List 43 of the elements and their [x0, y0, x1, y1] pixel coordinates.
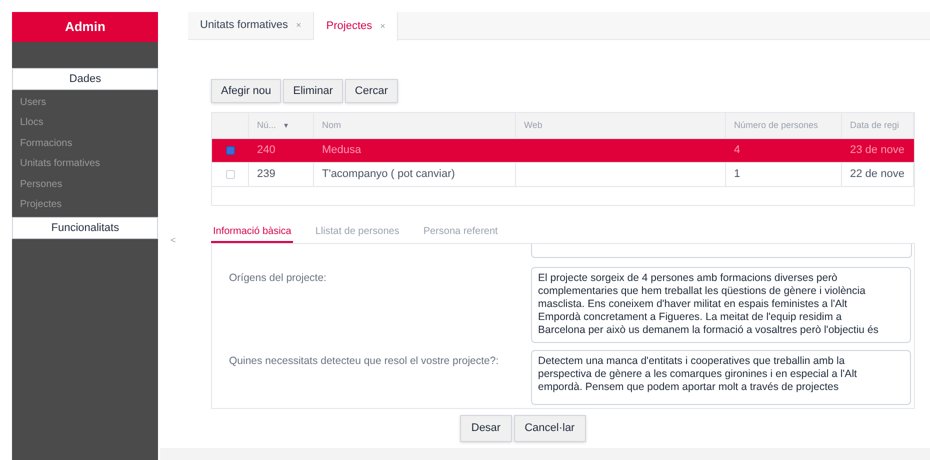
- action-button[interactable]: Desar: [460, 415, 512, 442]
- tab[interactable]: Projectes ×: [314, 12, 398, 41]
- column-header[interactable]: Nom: [322, 118, 342, 132]
- collapse-toggle[interactable]: <: [170, 234, 176, 248]
- section-header[interactable]: Dades: [12, 68, 158, 90]
- table-cell-text: 239: [257, 167, 276, 182]
- sort-icon[interactable]: ▾: [284, 120, 288, 132]
- sidebar-item[interactable]: Formacions: [20, 133, 158, 154]
- sidebar-item[interactable]: Users: [20, 92, 158, 112]
- table-row[interactable]: 240 Medusa 4 23 de nove: [212, 139, 914, 163]
- table-cell-text: T'acompanyo ( pot canviar): [322, 167, 455, 182]
- table-row[interactable]: 239 T'acompanyo ( pot canviar) 1 22 de nove: [212, 163, 914, 187]
- sidebar-item[interactable]: Projectes: [20, 194, 158, 215]
- section-header[interactable]: Funcionalitats: [12, 217, 158, 239]
- toolbar-button[interactable]: Afegir nou: [211, 79, 282, 103]
- table-cell-text: 4: [734, 143, 740, 158]
- table-cell-text: 1: [734, 167, 740, 182]
- input-field[interactable]: [531, 244, 912, 258]
- table-cell-text: Medusa: [322, 143, 362, 158]
- column-header[interactable]: Data de regi: [850, 118, 900, 132]
- toolbar-button[interactable]: Eliminar: [283, 79, 343, 103]
- detail-tab[interactable]: Persona referent: [421, 222, 500, 243]
- column-header[interactable]: Nú...: [257, 118, 276, 132]
- column-header[interactable]: Número de persones: [734, 118, 818, 132]
- field-label: Orígens del projecte:: [228, 271, 328, 286]
- sidebar-item[interactable]: Llocs: [20, 112, 158, 133]
- sidebar-item[interactable]: Persones: [20, 174, 158, 194]
- textarea-field[interactable]: Detectem una manca d'entitats i cooperatives que treballin amb la perspectiva de gènere a les comarques gironines i en especial a l'Alt empordà. Pensem que podem aportar molt a través de projectes: [531, 350, 911, 405]
- sidebar-item[interactable]: Unitats formatives: [20, 154, 158, 174]
- table-cell-text: 22 de nove: [850, 167, 904, 182]
- sidebar-title: Admin: [12, 12, 158, 42]
- table-cell-text: 23 de nove: [850, 143, 904, 158]
- checkbox[interactable]: [226, 146, 234, 155]
- detail-tab[interactable]: Informació bàsica: [211, 222, 294, 243]
- detail-tab[interactable]: Llistat de persones: [313, 222, 402, 243]
- table-cell-text: 240: [257, 143, 276, 158]
- textarea-field[interactable]: El projecte sorgeix de 4 persones amb formacions diverses però complementaries que hem treballat les qüestions de gènere i violència masclista. Ens coneixem d'haver militat en espais feministes a l'Alt Empordà concretament a Figueres. La meitat de l'equip residim a Barcelona per això us demanem la formació a vosaltres però l'objectiu és: [531, 267, 911, 343]
- close-icon[interactable]: ×: [380, 20, 386, 34]
- close-icon[interactable]: ×: [296, 18, 302, 32]
- column-header[interactable]: Web: [524, 118, 542, 132]
- toolbar-button[interactable]: Cercar: [344, 79, 398, 103]
- action-button[interactable]: Cancel·lar: [514, 415, 586, 442]
- field-label: Quines necessitats detecteu que resol el vostre projecte?:: [228, 354, 500, 369]
